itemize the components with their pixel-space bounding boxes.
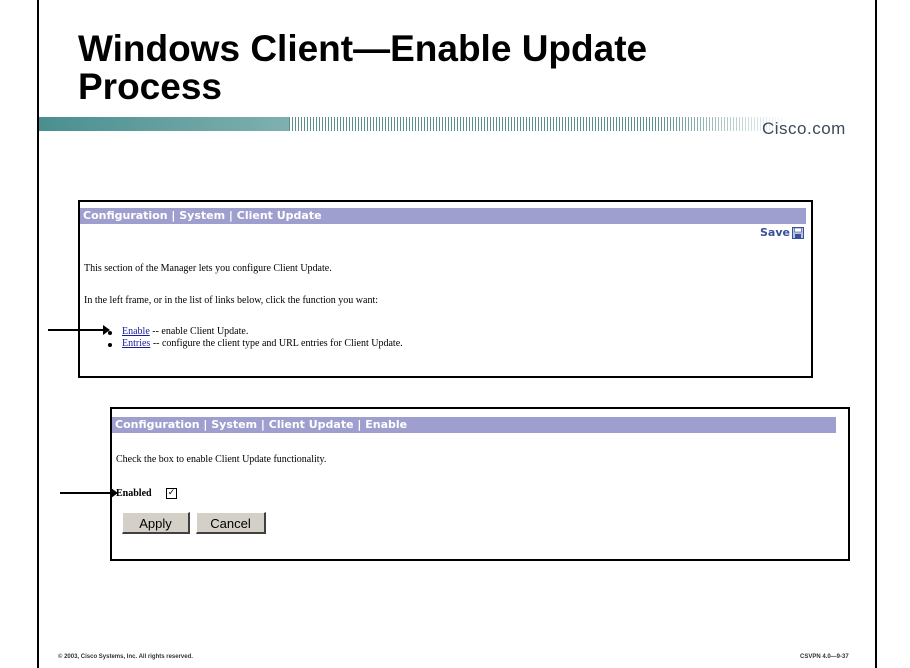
slide-number-footer: CSVPN 4.0—9-37 [800,654,849,660]
slide: Windows Client—Enable Update Process Cis… [0,0,910,668]
entries-desc: -- configure the client type and URL ent… [150,338,403,349]
slide-border-left [37,0,39,668]
panel-header-breadcrumb: Configuration | System | Client Update |… [112,417,836,433]
client-update-panel: Configuration | System | Client Update S… [78,200,813,378]
floppy-disk-icon [791,226,804,239]
callout-arrow-enabled [60,488,118,498]
entries-link[interactable]: Entries [122,338,150,349]
cancel-button[interactable]: Cancel [196,512,266,534]
enabled-label: Enabled [116,488,152,499]
cisco-logo: Cisco.com [762,119,846,138]
instruction-text: In the left frame, or in the list of lin… [84,295,378,306]
save-button[interactable]: Save [760,226,804,239]
cisco-banner [39,117,875,131]
slide-border-right [875,0,877,668]
slide-title: Windows Client—Enable Update Process [78,28,648,107]
enable-link[interactable]: Enable [122,326,150,337]
callout-arrow-enable [48,325,110,335]
enable-instruction-text: Check the box to enable Client Update fu… [116,454,327,465]
enable-desc: -- enable Client Update. [149,326,249,337]
apply-button[interactable]: Apply [122,512,190,534]
intro-text: This section of the Manager lets you con… [84,263,332,274]
enabled-checkbox[interactable]: ✓ [166,488,177,499]
save-label: Save [760,226,790,239]
banner-teal-bar [39,117,289,131]
panel-header-breadcrumb: Configuration | System | Client Update [80,208,806,224]
list-item-entries: Entries -- configure the client type and… [122,338,403,349]
copyright-footer: © 2003, Cisco Systems, Inc. All rights r… [58,654,193,660]
list-item-enable: Enable -- enable Client Update. [122,326,248,337]
bullet [108,343,112,347]
client-update-enable-panel: Configuration | System | Client Update |… [110,407,850,561]
